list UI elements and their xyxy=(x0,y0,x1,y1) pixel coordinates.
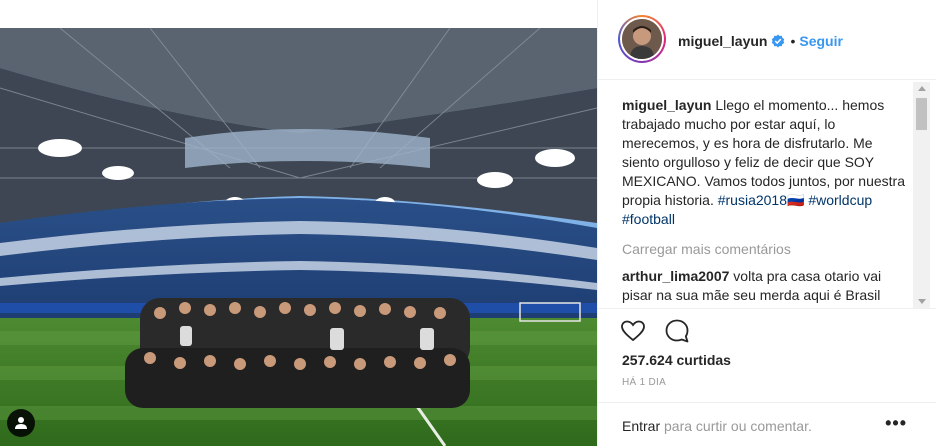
scroll-up-arrow-icon[interactable] xyxy=(918,86,926,91)
more-options-icon[interactable]: ••• xyxy=(885,413,907,434)
instagram-post-modal: miguel_layun • Seguir miguel_layun Llego… xyxy=(0,0,936,446)
verified-badge-icon xyxy=(772,34,785,48)
stadium-team-photo xyxy=(0,28,597,446)
hashtag-link[interactable]: #worldcup xyxy=(808,192,872,208)
follow-button[interactable]: Seguir xyxy=(799,33,843,49)
login-suffix: para curtir ou comentar. xyxy=(660,418,812,434)
login-link[interactable]: Entrar xyxy=(622,418,660,434)
post-photo[interactable] xyxy=(0,28,597,446)
user-tag-icon xyxy=(15,417,27,429)
scroll-down-arrow-icon[interactable] xyxy=(918,299,926,304)
actions-divider xyxy=(598,308,936,309)
caption: miguel_layun Llego el momento... hemos t… xyxy=(622,96,912,229)
post-timestamp[interactable]: HÁ 1 DIA xyxy=(622,377,666,388)
post-side-panel: miguel_layun • Seguir miguel_layun Llego… xyxy=(597,0,936,446)
comment-login-bar: Entrar para curtir ou comentar. ••• xyxy=(598,402,936,446)
header-user-line: miguel_layun • Seguir xyxy=(678,33,843,49)
hashtag-link[interactable]: #rusia2018🇷🇺 xyxy=(718,192,805,208)
post-header: miguel_layun • Seguir xyxy=(598,0,936,80)
header-separator: • xyxy=(790,33,796,49)
comments-scrollbar[interactable] xyxy=(913,82,930,308)
heart-icon[interactable] xyxy=(620,318,646,344)
comment-username[interactable]: arthur_lima2007 xyxy=(622,268,729,284)
login-prompt: Entrar para curtir ou comentar. xyxy=(622,418,812,434)
scrollbar-thumb[interactable] xyxy=(916,98,927,130)
action-bar xyxy=(620,318,690,344)
likes-count[interactable]: 257.624 curtidas xyxy=(622,352,731,368)
caption-username[interactable]: miguel_layun xyxy=(622,97,711,113)
comment-icon[interactable] xyxy=(664,318,690,344)
list-item: arthur_lima2007 volta pra casa otario va… xyxy=(622,267,912,304)
load-more-comments-button[interactable]: Carregar mais comentários xyxy=(622,240,912,259)
comments-list[interactable]: miguel_layun Llego el momento... hemos t… xyxy=(622,96,912,304)
avatar xyxy=(622,19,662,59)
header-username[interactable]: miguel_layun xyxy=(678,33,767,49)
story-ring-avatar[interactable] xyxy=(618,15,666,63)
tag-people-button[interactable] xyxy=(7,409,35,437)
hashtag-link[interactable]: #football xyxy=(622,211,675,227)
